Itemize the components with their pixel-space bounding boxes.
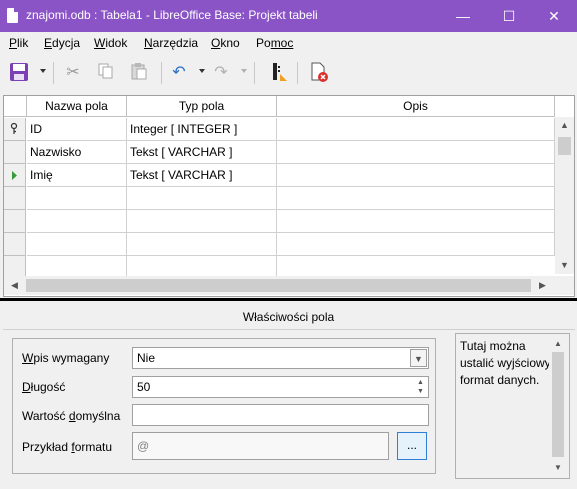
menu-okno[interactable]: Okno [211, 36, 240, 50]
help-scroll-thumb[interactable] [552, 352, 564, 457]
required-select[interactable]: Nie ▼ [132, 347, 429, 369]
description-cell[interactable] [277, 233, 555, 256]
horizontal-scroll-thumb[interactable] [26, 279, 531, 292]
format-example-label: Przykład formatu [22, 440, 113, 454]
menu-widok[interactable]: Widok [94, 36, 127, 50]
field-type-cell[interactable] [127, 210, 277, 233]
table-row[interactable] [4, 210, 555, 233]
table-row[interactable] [4, 233, 555, 256]
properties-title: Właściwości pola [242, 310, 335, 324]
length-label: Długość [22, 380, 66, 394]
column-header-description[interactable]: Opis [277, 96, 555, 117]
description-cell[interactable] [277, 210, 555, 233]
menu-bar: Plik Edycja Widok Narzędzia Okno Pomoc [0, 32, 577, 54]
field-table: Nazwa pola Typ pola Opis ID Integer [ IN… [3, 95, 575, 297]
table-row[interactable]: Nazwisko Tekst [ VARCHAR ] [4, 141, 555, 164]
row-header[interactable] [4, 164, 26, 187]
toolbar-separator [53, 62, 54, 84]
field-type-cell[interactable]: Tekst [ VARCHAR ] [127, 164, 277, 187]
corner-header [4, 96, 27, 117]
field-properties-panel: Wpis wymagany Nie ▼ Długość 50 ▲ ▼ Warto… [12, 338, 436, 474]
column-header-field-name[interactable]: Nazwa pola [27, 96, 127, 117]
menu-edycja[interactable]: Edycja [44, 36, 80, 50]
pane-splitter[interactable] [0, 298, 577, 301]
redo-dropdown-icon[interactable] [241, 69, 247, 73]
toolbar-separator [297, 62, 298, 84]
chevron-down-icon[interactable]: ▼ [410, 349, 427, 367]
scroll-right-icon[interactable]: ▶ [534, 276, 551, 295]
scroll-up-icon[interactable]: ▲ [555, 117, 574, 134]
field-name-cell[interactable] [27, 187, 127, 210]
toolbar-separator [254, 62, 255, 84]
current-row-arrow-icon [12, 171, 17, 180]
format-example-field: @ [132, 432, 389, 460]
menu-plik[interactable]: Plik [9, 36, 28, 50]
help-scrollbar[interactable]: ▲ ▼ [549, 337, 567, 475]
table-row[interactable]: ID Integer [ INTEGER ] [4, 118, 555, 141]
field-type-cell[interactable] [127, 233, 277, 256]
length-spinbox[interactable]: 50 ▲ ▼ [132, 376, 429, 398]
toolbar: ✂ ↶ ↷ [0, 54, 577, 92]
close-button[interactable]: ✕ [531, 0, 577, 32]
field-name-cell[interactable] [27, 233, 127, 256]
field-type-cell[interactable] [127, 256, 277, 276]
undo-icon[interactable]: ↶ [168, 62, 190, 84]
required-label: Wpis wymagany [22, 351, 110, 365]
divider [3, 329, 575, 330]
row-header[interactable] [4, 256, 26, 276]
format-button[interactable]: ... [397, 432, 427, 460]
scroll-up-icon[interactable]: ▲ [549, 337, 567, 351]
title-bar: znajomi.odb : Tabela1 - LibreOffice Base… [0, 0, 577, 32]
column-header-field-type[interactable]: Typ pola [127, 96, 277, 117]
scroll-down-icon[interactable]: ▼ [555, 257, 574, 274]
toolbar-separator [161, 62, 162, 84]
row-header[interactable] [4, 118, 26, 141]
table-row[interactable]: Imię Tekst [ VARCHAR ] [4, 164, 555, 187]
menu-narzedzia[interactable]: Narzędzia [144, 36, 198, 50]
row-header[interactable] [4, 210, 26, 233]
vertical-scroll-thumb[interactable] [558, 137, 571, 155]
spin-up-icon[interactable]: ▲ [414, 378, 427, 387]
copy-icon[interactable] [95, 62, 117, 84]
cut-icon[interactable]: ✂ [62, 62, 84, 84]
field-type-cell[interactable] [127, 187, 277, 210]
default-value-label: Wartość domyślna [22, 409, 121, 423]
field-name-cell[interactable]: Nazwisko [27, 141, 127, 164]
field-name-cell[interactable] [27, 210, 127, 233]
save-dropdown-icon[interactable] [40, 69, 46, 73]
delete-icon[interactable] [308, 62, 330, 84]
scroll-down-icon[interactable]: ▼ [549, 461, 567, 475]
description-cell[interactable] [277, 141, 555, 164]
vertical-scrollbar[interactable]: ▲ ▼ [555, 117, 574, 274]
horizontal-scrollbar[interactable]: ◀ ▶ [4, 276, 574, 295]
index-design-icon[interactable] [268, 62, 290, 84]
redo-icon[interactable]: ↷ [210, 62, 232, 84]
description-cell[interactable] [277, 118, 555, 141]
description-cell[interactable] [277, 187, 555, 210]
document-icon [7, 8, 18, 23]
scroll-left-icon[interactable]: ◀ [6, 276, 23, 295]
field-type-cell[interactable]: Integer [ INTEGER ] [127, 118, 277, 141]
field-type-cell[interactable]: Tekst [ VARCHAR ] [127, 141, 277, 164]
row-header[interactable] [4, 187, 26, 210]
spin-down-icon[interactable]: ▼ [414, 387, 427, 396]
undo-dropdown-icon[interactable] [199, 69, 205, 73]
default-value-input[interactable] [132, 404, 429, 426]
window-title: znajomi.odb : Tabela1 - LibreOffice Base… [26, 8, 318, 22]
save-icon[interactable] [8, 62, 30, 84]
minimize-button[interactable]: — [440, 0, 486, 32]
description-cell[interactable] [277, 256, 554, 276]
row-header[interactable] [4, 141, 26, 164]
field-name-cell[interactable] [27, 256, 127, 276]
row-header[interactable] [4, 233, 26, 256]
field-name-cell[interactable]: ID [27, 118, 127, 141]
table-row[interactable] [4, 256, 554, 276]
maximize-button[interactable]: ☐ [486, 0, 532, 32]
paste-icon[interactable] [128, 62, 150, 84]
menu-pomoc[interactable]: Pomoc [256, 36, 293, 50]
field-name-cell[interactable]: Imię [27, 164, 127, 187]
description-cell[interactable] [277, 164, 555, 187]
primary-key-icon [10, 122, 18, 134]
table-row[interactable] [4, 187, 555, 210]
